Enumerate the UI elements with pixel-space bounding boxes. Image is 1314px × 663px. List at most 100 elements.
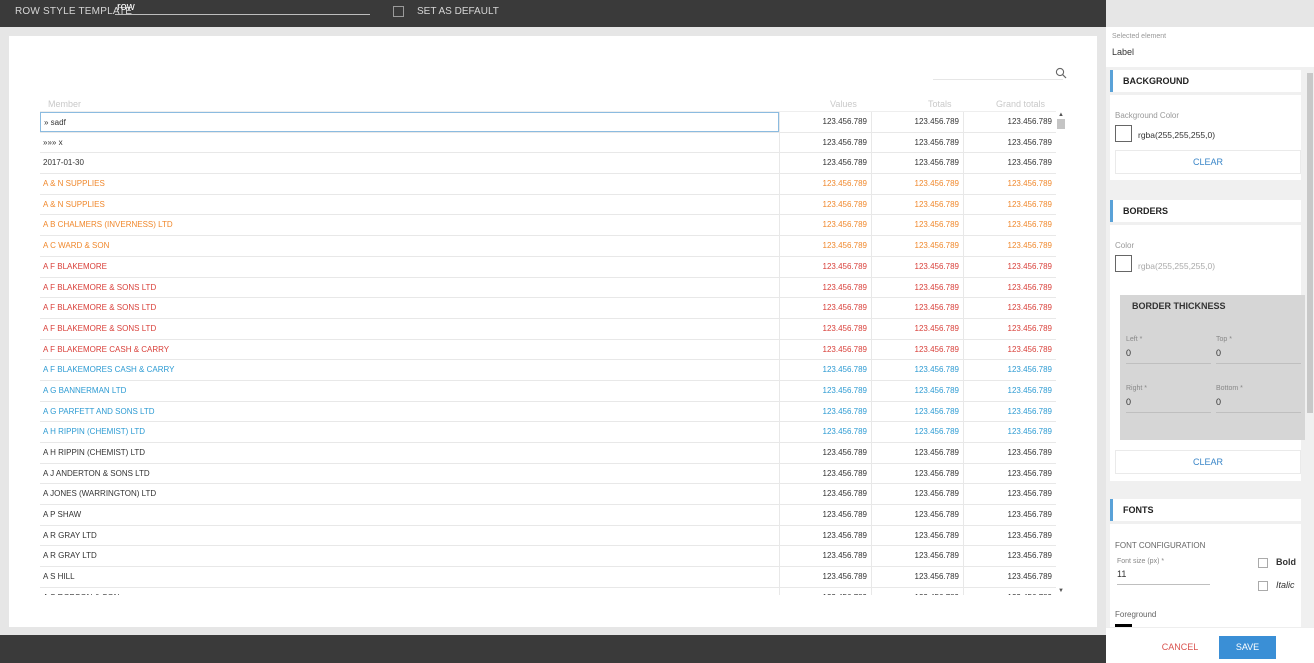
totals-cell[interactable]: 123.456.789: [871, 401, 963, 422]
values-cell[interactable]: 123.456.789: [779, 174, 871, 195]
table-row[interactable]: A P SHAW 123.456.789 123.456.789 123.456.78…: [40, 505, 1056, 526]
grand-totals-cell[interactable]: 123.456.789: [963, 153, 1056, 174]
totals-cell[interactable]: 123.456.789: [871, 443, 963, 463]
totals-cell[interactable]: 123.456.789: [871, 484, 963, 505]
background-color-swatch[interactable]: [1115, 125, 1132, 142]
borders-section-header[interactable]: BORDERS: [1110, 200, 1301, 222]
table-row[interactable]: 2017-01-30 123.456.789 123.456.789 123.456.…: [40, 153, 1056, 175]
grand-totals-cell[interactable]: 123.456.789: [963, 484, 1056, 505]
values-cell[interactable]: 123.456.789: [779, 525, 871, 546]
grand-totals-cell[interactable]: 123.456.789: [963, 505, 1056, 526]
column-header-values[interactable]: Values: [830, 99, 857, 109]
table-row[interactable]: A S HILL 123.456.789 123.456.789 123.456.78…: [40, 567, 1056, 588]
member-cell[interactable]: A G PARFETT AND SONS LTD: [40, 402, 779, 422]
grand-totals-cell[interactable]: 123.456.789: [963, 112, 1056, 132]
grand-totals-cell[interactable]: 123.456.789: [963, 277, 1056, 298]
border-color-swatch[interactable]: [1115, 255, 1132, 272]
table-row[interactable]: A F BLAKEMORES CASH & CARRY 123.456.789 12…: [40, 360, 1056, 381]
totals-cell[interactable]: 123.456.789: [871, 132, 963, 153]
save-button[interactable]: SAVE: [1219, 636, 1276, 659]
values-cell[interactable]: 123.456.789: [779, 567, 871, 588]
table-row[interactable]: A J ANDERTON & SONS LTD 123.456.789 123.45…: [40, 463, 1056, 485]
column-header-member[interactable]: Member: [48, 99, 81, 109]
values-cell[interactable]: 123.456.789: [779, 339, 871, 360]
grand-totals-cell[interactable]: 123.456.789: [963, 318, 1056, 339]
table-row[interactable]: »»» x 123.456.789 123.456.789 123.456.789: [40, 132, 1056, 154]
totals-cell[interactable]: 123.456.789: [871, 194, 963, 215]
table-row[interactable]: » sadf 123.456.789 123.456.789 123.456.789: [40, 112, 1056, 133]
member-cell[interactable]: A JONES (WARRINGTON) LTD: [40, 484, 779, 504]
panel-scrollbar[interactable]: [1307, 70, 1313, 626]
member-cell[interactable]: A B CHALMERS (INVERNESS) LTD: [40, 215, 779, 235]
grand-totals-cell[interactable]: 123.456.789: [963, 587, 1056, 595]
grand-totals-cell[interactable]: 123.456.789: [963, 339, 1056, 360]
grand-totals-cell[interactable]: 123.456.789: [963, 380, 1056, 401]
values-cell[interactable]: 123.456.789: [779, 298, 871, 319]
totals-cell[interactable]: 123.456.789: [871, 546, 963, 567]
italic-label[interactable]: Italic: [1276, 580, 1295, 590]
table-row[interactable]: A H RIPPIN (CHEMIST) LTD 123.456.789 123.4…: [40, 422, 1056, 443]
totals-cell[interactable]: 123.456.789: [871, 174, 963, 195]
table-row[interactable]: A S ROBSON & SON123.456.789123.456.78912…: [40, 587, 1056, 595]
grand-totals-cell[interactable]: 123.456.789: [963, 567, 1056, 588]
member-cell[interactable]: A F BLAKEMORES CASH & CARRY: [40, 360, 779, 380]
member-cell[interactable]: A F BLAKEMORE & SONS LTD: [40, 298, 779, 318]
values-cell[interactable]: 123.456.789: [779, 587, 871, 595]
border-bottom-input[interactable]: 0: [1216, 397, 1301, 413]
member-cell[interactable]: 2017-01-30: [40, 153, 779, 173]
table-row[interactable]: A F BLAKEMORE 123.456.789 123.456.789 123.4…: [40, 256, 1056, 278]
background-section-header[interactable]: BACKGROUND: [1110, 70, 1301, 92]
member-cell[interactable]: » sadf: [40, 112, 779, 132]
grand-totals-cell[interactable]: 123.456.789: [963, 525, 1056, 546]
grand-totals-cell[interactable]: 123.456.789: [963, 422, 1056, 443]
member-cell[interactable]: A H RIPPIN (CHEMIST) LTD: [40, 422, 779, 442]
totals-cell[interactable]: 123.456.789: [871, 525, 963, 546]
table-row[interactable]: A H RIPPIN (CHEMIST) LTD 123.456.789 123.4…: [40, 443, 1056, 464]
values-cell[interactable]: 123.456.789: [779, 360, 871, 381]
fonts-section-header[interactable]: FONTS: [1110, 499, 1301, 521]
set-default-checkbox[interactable]: [393, 6, 404, 17]
table-row[interactable]: A & N SUPPLIES 123.456.789 123.456.789 123.…: [40, 194, 1056, 216]
scroll-thumb[interactable]: [1057, 119, 1065, 129]
grand-totals-cell[interactable]: 123.456.789: [963, 132, 1056, 153]
values-cell[interactable]: 123.456.789: [779, 236, 871, 257]
set-default-label[interactable]: SET AS DEFAULT: [417, 6, 499, 17]
member-cell[interactable]: A & N SUPPLIES: [40, 174, 779, 194]
values-cell[interactable]: 123.456.789: [779, 256, 871, 277]
totals-cell[interactable]: 123.456.789: [871, 380, 963, 401]
column-header-grand-totals[interactable]: Grand totals: [996, 99, 1045, 109]
values-cell[interactable]: 123.456.789: [779, 484, 871, 505]
totals-cell[interactable]: 123.456.789: [871, 505, 963, 526]
grand-totals-cell[interactable]: 123.456.789: [963, 256, 1056, 277]
table-row[interactable]: A C WARD & SON 123.456.789 123.456.789 123.…: [40, 236, 1056, 257]
totals-cell[interactable]: 123.456.789: [871, 318, 963, 339]
table-row[interactable]: A JONES (WARRINGTON) LTD 123.456.789 123.4…: [40, 484, 1056, 506]
values-cell[interactable]: 123.456.789: [779, 401, 871, 422]
totals-cell[interactable]: 123.456.789: [871, 277, 963, 298]
grand-totals-cell[interactable]: 123.456.789: [963, 546, 1056, 567]
table-row[interactable]: A G PARFETT AND SONS LTD 123.456.789 123.4…: [40, 401, 1056, 423]
member-cell[interactable]: A S HILL: [40, 567, 779, 587]
grand-totals-cell[interactable]: 123.456.789: [963, 174, 1056, 195]
table-row[interactable]: A G BANNERMAN LTD 123.456.789 123.456.789 1…: [40, 380, 1056, 402]
member-cell[interactable]: A J ANDERTON & SONS LTD: [40, 464, 779, 484]
values-cell[interactable]: 123.456.789: [779, 112, 871, 132]
grand-totals-cell[interactable]: 123.456.789: [963, 463, 1056, 484]
table-row[interactable]: A F BLAKEMORE & SONS LTD 123.456.789 123.4…: [40, 277, 1056, 299]
member-cell[interactable]: A R GRAY LTD: [40, 546, 779, 566]
table-row[interactable]: A F BLAKEMORE & SONS LTD 123.456.789 123.4…: [40, 318, 1056, 340]
member-cell[interactable]: A F BLAKEMORE & SONS LTD: [40, 278, 779, 298]
totals-cell[interactable]: 123.456.789: [871, 587, 963, 595]
totals-cell[interactable]: 123.456.789: [871, 567, 963, 588]
member-cell[interactable]: A F BLAKEMORE: [40, 257, 779, 277]
grand-totals-cell[interactable]: 123.456.789: [963, 194, 1056, 215]
totals-cell[interactable]: 123.456.789: [871, 298, 963, 319]
member-cell[interactable]: A H RIPPIN (CHEMIST) LTD: [40, 443, 779, 463]
grand-totals-cell[interactable]: 123.456.789: [963, 215, 1056, 236]
table-row[interactable]: A & N SUPPLIES 123.456.789 123.456.789 123.…: [40, 174, 1056, 195]
member-cell[interactable]: A G BANNERMAN LTD: [40, 381, 779, 401]
values-cell[interactable]: 123.456.789: [779, 505, 871, 526]
totals-cell[interactable]: 123.456.789: [871, 422, 963, 443]
member-cell[interactable]: A F BLAKEMORE CASH & CARRY: [40, 340, 779, 360]
values-cell[interactable]: 123.456.789: [779, 318, 871, 339]
